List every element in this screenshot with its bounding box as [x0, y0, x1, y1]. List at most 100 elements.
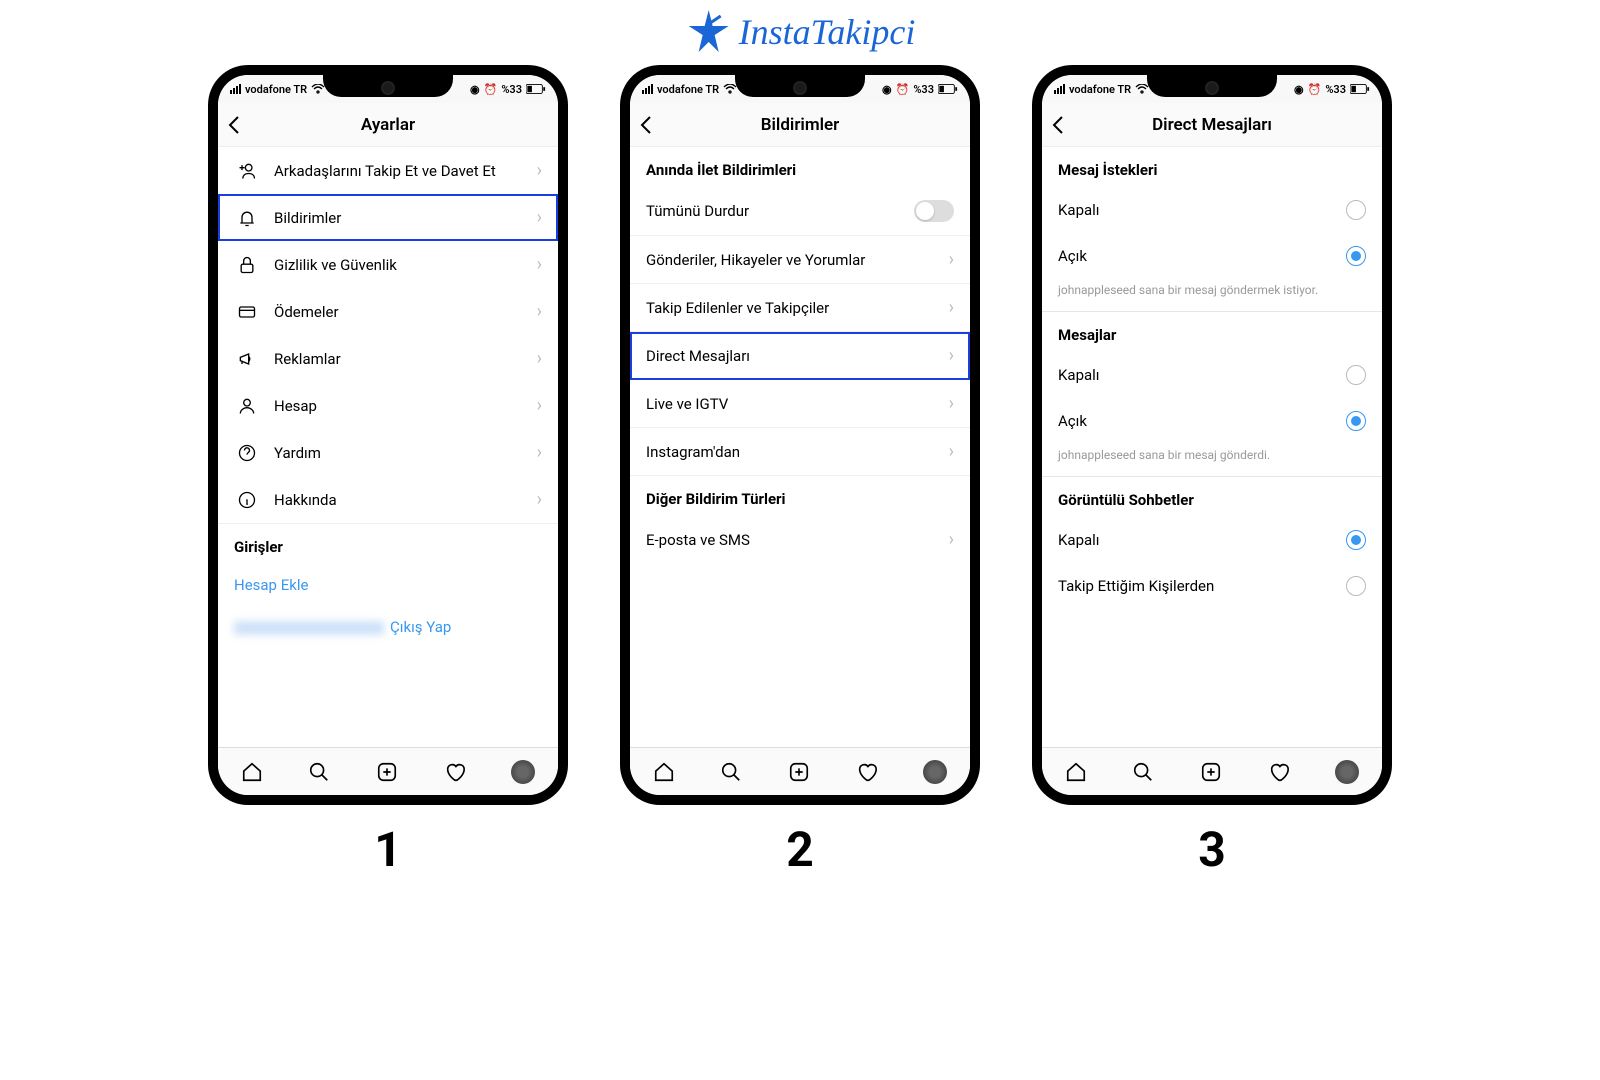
nav-add[interactable] — [376, 761, 398, 783]
settings-item-invite[interactable]: Arkadaşlarını Takip Et ve Davet Et › — [218, 147, 558, 194]
chevron-right-icon: › — [949, 441, 954, 462]
carrier-label: vodafone TR — [245, 83, 307, 96]
nav-home[interactable] — [1065, 761, 1087, 783]
radio-option-off[interactable]: Kapalı — [1042, 187, 1382, 233]
nav-profile[interactable] — [923, 760, 947, 784]
radio-option-off[interactable]: Kapalı — [1042, 517, 1382, 563]
nav-add[interactable] — [788, 761, 810, 783]
signal-icon — [642, 84, 653, 94]
chevron-right-icon: › — [949, 345, 954, 366]
notif-item-email-sms[interactable]: E-posta ve SMS › — [630, 516, 970, 563]
header: Bildirimler — [630, 103, 970, 147]
step-number: 1 — [208, 821, 568, 878]
radio-unchecked[interactable] — [1346, 365, 1366, 385]
settings-item-account[interactable]: Hesap › — [218, 382, 558, 429]
radio-unchecked[interactable] — [1346, 200, 1366, 220]
header: Direct Mesajları — [1042, 103, 1382, 147]
radio-option-off[interactable]: Kapalı — [1042, 352, 1382, 398]
star-icon — [685, 8, 733, 56]
signal-icon — [1054, 84, 1065, 94]
signal-icon — [230, 84, 241, 94]
radio-checked[interactable] — [1346, 411, 1366, 431]
row-label: Gönderiler, Hikayeler ve Yorumlar — [646, 251, 949, 269]
add-account-link[interactable]: Hesap Ekle — [218, 564, 558, 606]
chevron-right-icon: › — [537, 301, 542, 322]
back-button[interactable] — [640, 115, 652, 135]
row-label: Kapalı — [1058, 366, 1346, 384]
avatar-icon — [1335, 760, 1359, 784]
back-button[interactable] — [228, 115, 240, 135]
nav-home[interactable] — [241, 761, 263, 783]
logins-header: Girişler — [218, 524, 558, 564]
row-label: Kapalı — [1058, 201, 1346, 219]
radio-unchecked[interactable] — [1346, 576, 1366, 596]
radio-checked[interactable] — [1346, 530, 1366, 550]
settings-item-payments[interactable]: Ödemeler › — [218, 288, 558, 335]
pause-all-row[interactable]: Tümünü Durdur — [630, 187, 970, 236]
radio-option-on[interactable]: Açık — [1042, 398, 1382, 444]
section-message-requests: Mesaj İstekleri — [1042, 147, 1382, 187]
notif-item-direct[interactable]: Direct Mesajları › — [630, 332, 970, 380]
nav-activity[interactable] — [1268, 761, 1290, 783]
settings-item-help[interactable]: Yardım › — [218, 429, 558, 476]
page-title: Direct Mesajları — [1152, 115, 1272, 135]
nav-home[interactable] — [653, 761, 675, 783]
blurred-username — [234, 621, 384, 635]
notif-item-posts[interactable]: Gönderiler, Hikayeler ve Yorumlar › — [630, 236, 970, 284]
chevron-right-icon: › — [537, 395, 542, 416]
nav-search[interactable] — [1132, 761, 1154, 783]
nav-add[interactable] — [1200, 761, 1222, 783]
nav-search[interactable] — [308, 761, 330, 783]
person-icon — [234, 396, 260, 416]
settings-item-about[interactable]: Hakkında › — [218, 476, 558, 524]
phone-1: vodafone TR ◉ ⏰ %33 — [208, 65, 568, 878]
row-label: Yardım — [274, 444, 537, 462]
back-button[interactable] — [1052, 115, 1064, 135]
notif-item-follows[interactable]: Takip Edilenler ve Takipçiler › — [630, 284, 970, 332]
row-label: Kapalı — [1058, 531, 1346, 549]
row-label: Tümünü Durdur — [646, 202, 914, 220]
wifi-icon — [311, 84, 325, 94]
nav-profile[interactable] — [511, 760, 535, 784]
alarm-icon: ⏰ — [1308, 83, 1322, 96]
settings-item-notifications[interactable]: Bildirimler › — [218, 194, 558, 241]
lock-icon — [234, 255, 260, 275]
row-label: Hakkında — [274, 491, 537, 509]
radio-checked[interactable] — [1346, 246, 1366, 266]
row-label: Açık — [1058, 412, 1346, 430]
settings-item-privacy[interactable]: Gizlilik ve Güvenlik › — [218, 241, 558, 288]
helper-text: johnappleseed sana bir mesaj göndermek i… — [1042, 279, 1382, 312]
row-label: Arkadaşlarını Takip Et ve Davet Et — [274, 162, 537, 180]
settings-item-ads[interactable]: Reklamlar › — [218, 335, 558, 382]
phone-notch — [1147, 75, 1277, 97]
nav-activity[interactable] — [856, 761, 878, 783]
nav-activity[interactable] — [444, 761, 466, 783]
notif-item-live[interactable]: Live ve IGTV › — [630, 380, 970, 428]
push-header: Anında İlet Bildirimleri — [630, 147, 970, 187]
brand-logo: InstaTakipci — [685, 8, 916, 56]
toggle-off[interactable] — [914, 200, 954, 222]
logout-link[interactable]: Çıkış Yap — [218, 606, 558, 648]
nav-search[interactable] — [720, 761, 742, 783]
location-icon: ◉ — [470, 83, 480, 96]
notif-item-instagram[interactable]: Instagram'dan › — [630, 428, 970, 476]
page-title: Ayarlar — [361, 115, 415, 135]
chevron-right-icon: › — [537, 348, 542, 369]
chevron-right-icon: › — [949, 529, 954, 550]
section-video-chats: Görüntülü Sohbetler — [1042, 477, 1382, 517]
row-label: Takip Edilenler ve Takipçiler — [646, 299, 949, 317]
logout-label: Çıkış Yap — [390, 618, 451, 636]
bottom-nav — [1042, 747, 1382, 795]
phone-notch — [323, 75, 453, 97]
chevron-right-icon: › — [949, 297, 954, 318]
battery-label: %33 — [913, 83, 934, 96]
radio-option-on[interactable]: Açık — [1042, 233, 1382, 279]
nav-profile[interactable] — [1335, 760, 1359, 784]
radio-option-follow[interactable]: Takip Ettiğim Kişilerden — [1042, 563, 1382, 609]
alarm-icon: ⏰ — [896, 83, 910, 96]
chevron-right-icon: › — [537, 254, 542, 275]
step-number: 2 — [620, 821, 980, 878]
brand-name: InstaTakipci — [739, 11, 916, 53]
section-messages: Mesajlar — [1042, 312, 1382, 352]
battery-icon — [938, 84, 958, 94]
